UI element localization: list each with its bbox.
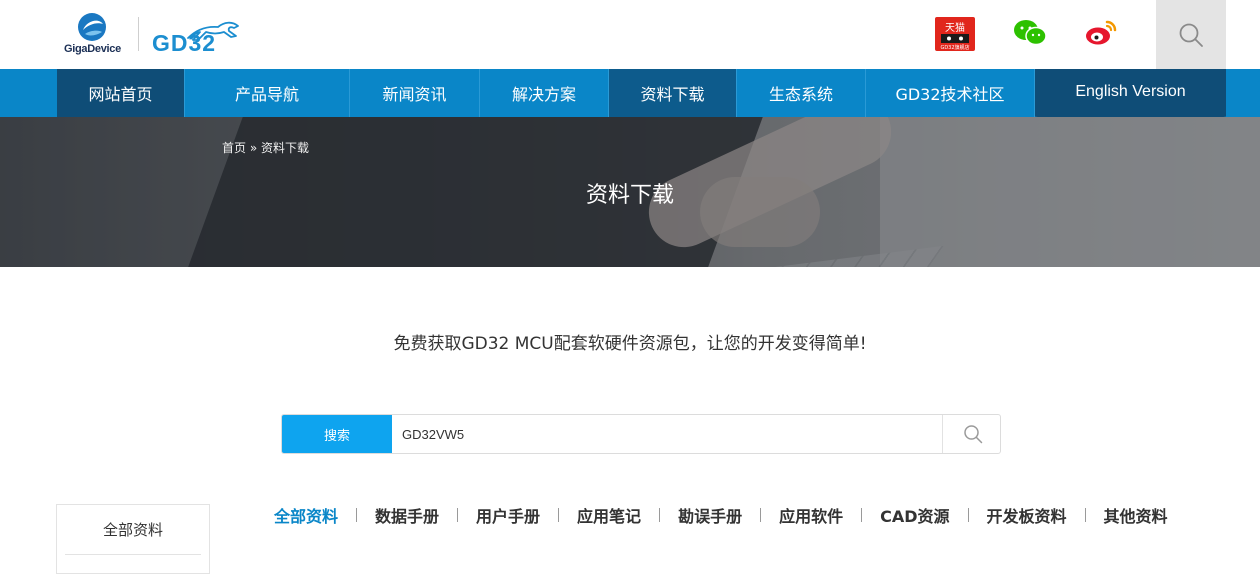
nav-item-home[interactable]: 网站首页	[57, 69, 185, 117]
tab-datasheet[interactable]: 数据手册	[357, 503, 457, 527]
gigadevice-logo-mark	[78, 13, 106, 41]
nav-item-news[interactable]: 新闻资讯	[350, 69, 480, 117]
category-tabs: 全部资料 数据手册 用户手册 应用笔记 勘误手册 应用软件 CAD资源 开发板资…	[256, 503, 1186, 527]
search-bar: 搜索	[281, 414, 1001, 454]
tab-dev-board[interactable]: 开发板资料	[969, 503, 1085, 527]
gd32-logo[interactable]: GD32	[150, 16, 242, 58]
page-banner: 首页 » 资料下载 资料下载	[0, 117, 1260, 267]
nav-item-downloads[interactable]: 资料下载	[609, 69, 737, 117]
nav-item-products[interactable]: 产品导航	[185, 69, 350, 117]
tmall-label: 天猫	[945, 21, 965, 34]
nav-item-ecosystem[interactable]: 生态系统	[737, 69, 866, 117]
gigadevice-logo-text: GigaDevice	[64, 43, 121, 55]
nav-item-solutions[interactable]: 解决方案	[480, 69, 609, 117]
gigadevice-logo[interactable]: GigaDevice	[64, 12, 126, 58]
breadcrumb[interactable]: 首页 » 资料下载	[222, 139, 309, 156]
search-button[interactable]: 搜索	[282, 415, 392, 453]
nav-item-community[interactable]: GD32技术社区	[866, 69, 1035, 117]
page-title: 资料下载	[585, 183, 674, 208]
search-input[interactable]	[392, 415, 942, 453]
tab-all[interactable]: 全部资料	[256, 503, 356, 527]
leopard-icon	[187, 21, 239, 41]
tab-errata[interactable]: 勘误手册	[660, 503, 760, 527]
tagline: 免费获取GD32 MCU配套软硬件资源包，让您的开发变得简单!	[393, 334, 867, 354]
header-search-button[interactable]	[1156, 0, 1226, 69]
tab-user-manual[interactable]: 用户手册	[458, 503, 558, 527]
logo-divider	[138, 17, 139, 51]
tab-other[interactable]: 其他资料	[1086, 503, 1186, 527]
nav-english-label: English Version	[1075, 83, 1186, 100]
tab-cad[interactable]: CAD资源	[862, 503, 967, 527]
search-icon	[963, 425, 982, 444]
sidebar-item-all[interactable]: 全部资料	[65, 505, 201, 555]
main-nav: 网站首页 产品导航 新闻资讯 解决方案 资料下载 生态系统 GD32技术社区 E…	[0, 69, 1260, 135]
wechat-icon[interactable]	[1013, 19, 1047, 47]
tab-software[interactable]: 应用软件	[761, 503, 861, 527]
tab-app-notes[interactable]: 应用笔记	[559, 503, 659, 527]
site-header: GigaDevice GD32 天猫 GD32旗舰店	[0, 0, 1260, 69]
tmall-sublabel: GD32旗舰店	[940, 44, 969, 51]
search-icon	[1179, 23, 1203, 47]
tmall-store-icon[interactable]: 天猫 GD32旗舰店	[935, 17, 975, 51]
search-submit-button[interactable]	[942, 415, 1000, 453]
weibo-icon[interactable]	[1085, 19, 1117, 47]
